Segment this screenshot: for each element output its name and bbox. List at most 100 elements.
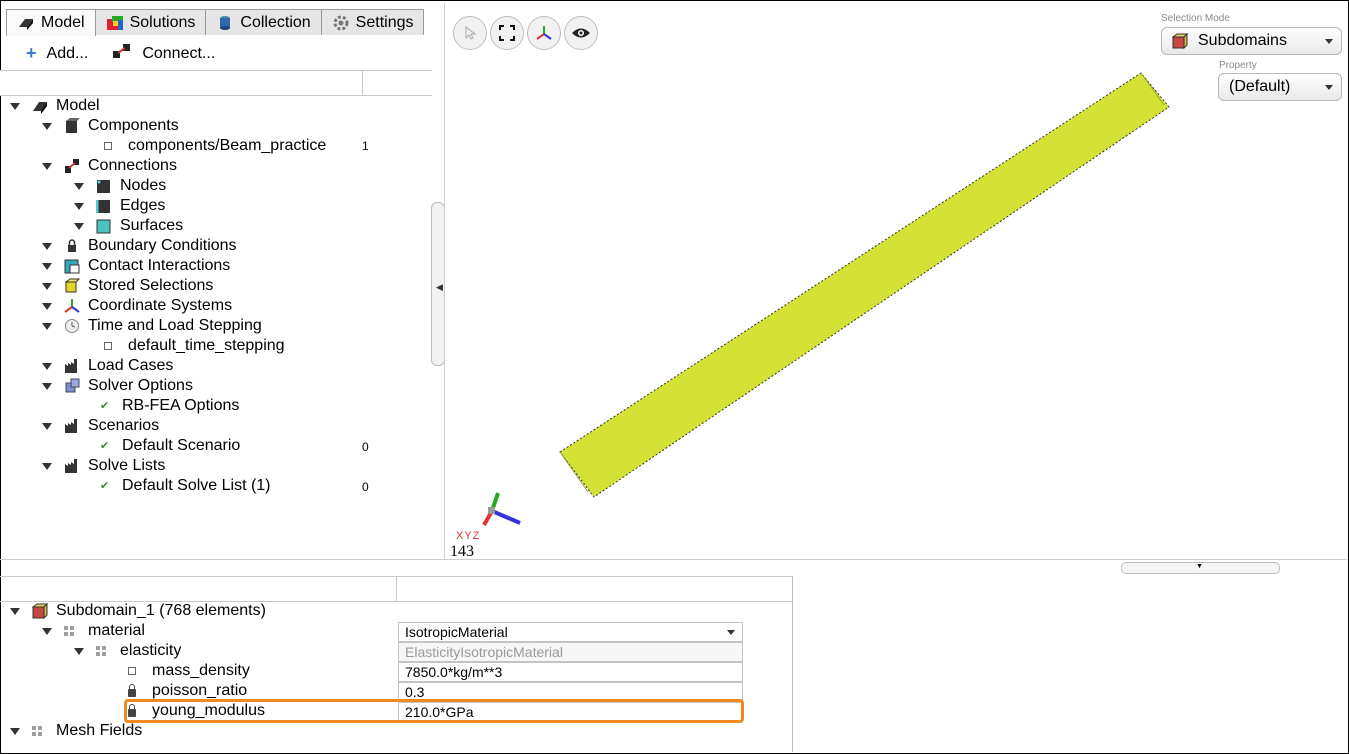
elasticity-value: ElasticityIsotropicMaterial xyxy=(405,644,563,660)
item-count: 0 xyxy=(362,480,369,494)
chevron-down-icon[interactable] xyxy=(10,607,20,615)
tree-label: Default Solve List (1) xyxy=(122,477,271,494)
tree-item-solver-options[interactable]: Solver Options xyxy=(42,376,193,396)
young-modulus-highlight xyxy=(124,699,744,723)
chevron-down-icon[interactable] xyxy=(42,162,52,170)
chevron-down-icon[interactable] xyxy=(42,242,52,250)
tree-item-boundary-conditions[interactable]: Boundary Conditions xyxy=(42,236,237,256)
chevron-down-icon[interactable] xyxy=(42,382,52,390)
chevron-down-icon[interactable] xyxy=(42,462,52,470)
beam-body[interactable] xyxy=(559,72,1170,498)
tree-item-default-scenario[interactable]: ✔ Default Scenario xyxy=(100,436,240,456)
tree-label: Surfaces xyxy=(120,217,184,234)
tree-item-edges[interactable]: Edges xyxy=(74,196,165,216)
tree-header xyxy=(0,70,432,96)
tree-item-rbfea-options[interactable]: ✔ RB-FEA Options xyxy=(100,396,239,416)
tree-item-coordinate-systems[interactable]: Coordinate Systems xyxy=(42,296,232,316)
material-value: IsotropicMaterial xyxy=(405,624,508,640)
tab-solutions[interactable]: Solutions xyxy=(94,9,207,35)
elasticity-field: ElasticityIsotropicMaterial xyxy=(398,642,743,662)
tab-collection[interactable]: Collection xyxy=(205,9,322,35)
chevron-down-icon xyxy=(727,630,735,635)
factory-icon xyxy=(64,458,80,474)
leaf-icon xyxy=(104,342,112,350)
chevron-down-icon[interactable] xyxy=(42,302,52,310)
checkmark-icon: ✔ xyxy=(100,400,110,412)
chevron-down-icon[interactable] xyxy=(74,182,84,190)
tree-label: Nodes xyxy=(120,177,167,194)
horizontal-splitter[interactable] xyxy=(0,559,1347,560)
chevron-down-icon[interactable] xyxy=(42,322,52,330)
prop-label: material xyxy=(88,622,145,639)
tree-item-model[interactable]: Model xyxy=(10,96,100,116)
bottom-splitter[interactable] xyxy=(792,576,793,752)
lock-icon xyxy=(64,238,80,254)
tree-item-contact-interactions[interactable]: Contact Interactions xyxy=(42,256,230,276)
connect-button[interactable]: Connect... xyxy=(112,43,215,64)
tree-label: components/Beam_practice xyxy=(128,137,327,154)
tree-label: Model xyxy=(56,97,100,114)
main-tabs: Model Solutions Collection Settings xyxy=(6,9,425,36)
factory-icon xyxy=(64,418,80,434)
tree-item-nodes[interactable]: Nodes xyxy=(74,176,166,196)
connect-icon xyxy=(64,158,80,174)
mass-density-field[interactable]: 7850.0*kg/m**3 xyxy=(398,662,743,682)
tree-label: Stored Selections xyxy=(88,277,214,294)
tree-item-load-cases[interactable]: Load Cases xyxy=(42,356,173,376)
tree-item-stored-selections[interactable]: Stored Selections xyxy=(42,276,213,296)
tree-item-component-beam[interactable]: components/Beam_practice xyxy=(100,136,326,156)
tab-settings[interactable]: Settings xyxy=(320,9,425,35)
prop-subdomain[interactable]: Subdomain_1 (768 elements) xyxy=(10,601,266,621)
tree-item-scenarios[interactable]: Scenarios xyxy=(42,416,159,436)
axes-icon xyxy=(64,298,80,314)
tree-item-default-solve-list[interactable]: ✔ Default Solve List (1) xyxy=(100,476,271,496)
axis-labels: XYZ xyxy=(456,530,480,542)
tree-item-connections[interactable]: Connections xyxy=(42,156,177,176)
chevron-down-icon[interactable] xyxy=(74,647,84,655)
add-button[interactable]: + Add... xyxy=(26,43,88,64)
checkmark-icon: ✔ xyxy=(100,480,110,492)
tree-label: default_time_stepping xyxy=(128,337,285,354)
collapse-left-icon[interactable]: ◀ xyxy=(436,282,443,293)
collapse-down-icon[interactable]: ▼ xyxy=(1196,563,1203,570)
tree-label: Components xyxy=(88,117,179,134)
prop-elasticity[interactable]: elasticity xyxy=(74,641,181,661)
3d-viewport[interactable]: Selection Mode Subdomains Property (Defa… xyxy=(448,3,1345,559)
tree-item-solve-lists[interactable]: Solve Lists xyxy=(42,456,165,476)
factory-icon xyxy=(64,358,80,374)
edges-icon xyxy=(95,198,112,214)
material-select[interactable]: IsotropicMaterial xyxy=(398,622,743,642)
mass-density-value: 7850.0*kg/m**3 xyxy=(405,664,503,680)
prop-material[interactable]: material xyxy=(42,621,145,641)
subdomain-icon xyxy=(31,602,49,620)
chevron-down-icon[interactable] xyxy=(42,422,52,430)
tree-label: Coordinate Systems xyxy=(88,297,233,314)
tree-label: Edges xyxy=(120,197,166,214)
tab-model-label: Model xyxy=(41,14,85,31)
model-canvas[interactable] xyxy=(448,3,1345,559)
tree-item-time-load-stepping[interactable]: Time and Load Stepping xyxy=(42,316,262,336)
collection-icon xyxy=(216,15,234,31)
chevron-down-icon[interactable] xyxy=(10,102,20,110)
tab-collection-label: Collection xyxy=(240,13,311,31)
chevron-down-icon[interactable] xyxy=(74,202,84,210)
panel-splitter[interactable] xyxy=(444,3,445,559)
tree-item-surfaces[interactable]: Surfaces xyxy=(74,216,183,236)
tree-label: Solver Options xyxy=(88,377,193,394)
chevron-down-icon[interactable] xyxy=(42,362,52,370)
prop-mesh-fields[interactable]: Mesh Fields xyxy=(10,721,142,741)
tree-item-default-time-stepping[interactable]: default_time_stepping xyxy=(100,336,285,356)
tree-label: RB-FEA Options xyxy=(122,397,240,414)
chevron-down-icon[interactable] xyxy=(42,282,52,290)
chevron-down-icon[interactable] xyxy=(74,222,84,230)
chevron-down-icon[interactable] xyxy=(42,627,52,635)
tree-item-components[interactable]: Components xyxy=(42,116,179,136)
chevron-down-icon[interactable] xyxy=(10,727,20,735)
chevron-down-icon[interactable] xyxy=(42,122,52,130)
tree-label: Contact Interactions xyxy=(88,257,231,274)
prop-label: poisson_ratio xyxy=(152,682,248,699)
chevron-down-icon[interactable] xyxy=(42,262,52,270)
tab-model[interactable]: Model xyxy=(6,9,96,36)
tree-label: Boundary Conditions xyxy=(88,237,237,254)
connect-icon xyxy=(112,43,132,64)
